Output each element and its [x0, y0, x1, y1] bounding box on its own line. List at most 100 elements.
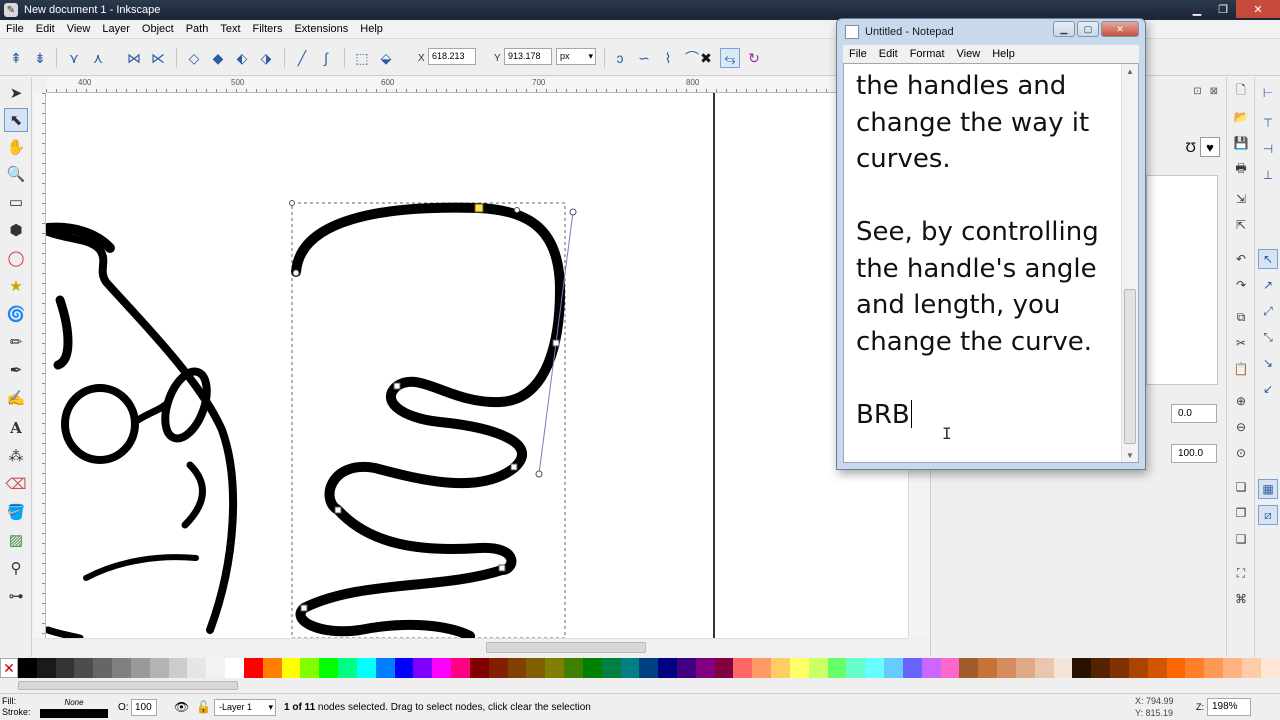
notepad-menu-file[interactable]: File — [843, 48, 873, 60]
menu-file[interactable]: File — [0, 23, 30, 35]
show-bezier-handles-icon[interactable]: ⥃ — [720, 48, 740, 68]
pencil-tool-icon[interactable]: ✏ — [4, 330, 28, 354]
color-swatch[interactable] — [526, 658, 546, 678]
color-swatch[interactable] — [978, 658, 998, 678]
pen-tool-icon[interactable]: ✒ — [4, 358, 28, 382]
dock-spin-field-2[interactable]: 100.0 — [1171, 444, 1217, 463]
snap-smooth-icon[interactable]: ↘ — [1258, 353, 1278, 373]
spray-tool-icon[interactable]: ⁂ — [4, 444, 28, 468]
handle-endpoint[interactable] — [535, 470, 543, 478]
x-coordinate-field[interactable]: 618.213 — [428, 48, 476, 65]
ellipse-tool-icon[interactable]: ◯ — [4, 246, 28, 270]
scrollbar-thumb[interactable] — [486, 642, 646, 653]
notepad-vertical-scrollbar[interactable]: ▲ ▼ — [1121, 64, 1138, 462]
show-mask-icon[interactable]: ⌇ — [658, 48, 678, 68]
menu-edit[interactable]: Edit — [30, 23, 61, 35]
node-smooth-icon[interactable]: ◆ — [208, 48, 228, 68]
color-swatch[interactable] — [187, 658, 207, 678]
minimize-icon[interactable]: ▁ — [1053, 21, 1075, 37]
menu-extensions[interactable]: Extensions — [288, 23, 354, 35]
drawing-canvas[interactable] — [46, 93, 908, 638]
color-swatch[interactable] — [112, 658, 131, 678]
zoom-tool-icon[interactable]: 🔍 — [4, 162, 28, 186]
selected-bezier-path[interactable] — [291, 202, 566, 638]
color-swatch[interactable] — [1147, 658, 1167, 678]
color-swatch[interactable] — [375, 658, 395, 678]
undo-icon[interactable]: ↶ — [1231, 249, 1251, 269]
color-swatch[interactable] — [36, 658, 56, 678]
color-swatch[interactable] — [206, 658, 226, 678]
snap-nodes-icon[interactable]: ↖ — [1258, 249, 1278, 269]
panel-float-icon[interactable]: ⊡ — [1193, 86, 1201, 97]
path-node[interactable] — [498, 564, 506, 572]
scroll-up-icon[interactable]: ▲ — [1122, 64, 1138, 78]
rectangle-tool-icon[interactable]: ▭ — [4, 190, 28, 214]
color-swatch[interactable] — [93, 658, 113, 678]
color-swatch[interactable] — [902, 658, 922, 678]
color-swatch[interactable] — [1260, 658, 1280, 678]
join-segment-icon[interactable]: ⋈ — [124, 48, 144, 68]
dropper-tool-icon[interactable]: ⚲ — [4, 556, 28, 580]
menu-layer[interactable]: Layer — [96, 23, 136, 35]
path-node[interactable] — [514, 207, 520, 213]
panel-close-icon[interactable]: ⊠ — [1210, 86, 1218, 97]
gradient-tool-icon[interactable]: ▨ — [4, 528, 28, 552]
tweak-tool-icon[interactable]: ✋ — [4, 135, 28, 159]
3d-box-tool-icon[interactable]: ⬢ — [4, 218, 28, 242]
show-outline-icon[interactable]: ∽ — [634, 48, 654, 68]
color-swatch[interactable] — [488, 658, 508, 678]
color-swatch[interactable] — [338, 658, 357, 678]
horizontal-scrollbar[interactable] — [46, 638, 908, 656]
path-node[interactable] — [552, 339, 560, 347]
close-icon[interactable]: ✕ — [1236, 0, 1280, 18]
snap-bbox-edge-icon[interactable]: ⊣ — [1258, 139, 1278, 159]
insert-node-icon[interactable]: ⇞ — [6, 48, 26, 68]
node-tool-icon[interactable]: ⬉ — [4, 108, 28, 132]
text-tool-icon[interactable]: A — [4, 416, 28, 440]
unlink-clone-icon[interactable]: ❑ — [1231, 529, 1251, 549]
color-swatch[interactable] — [319, 658, 339, 678]
stroke-indicator[interactable] — [40, 709, 108, 718]
star-tool-icon[interactable]: ★ — [4, 274, 28, 298]
delete-node-icon[interactable]: ⇟ — [30, 48, 50, 68]
color-swatch[interactable] — [1204, 658, 1223, 678]
spiral-tool-icon[interactable]: 🌀 — [4, 302, 28, 326]
maximize-icon[interactable]: ❐ — [1210, 0, 1236, 18]
drawing-svg[interactable] — [46, 93, 908, 638]
path-outline-icon[interactable]: ↻ — [744, 48, 764, 68]
path-node[interactable] — [510, 463, 518, 471]
snap-cusp-icon[interactable]: ⤡ — [1258, 327, 1278, 347]
color-swatch[interactable] — [1241, 658, 1261, 678]
join-nodes-icon[interactable]: ⋎ — [64, 48, 84, 68]
color-swatch[interactable] — [564, 658, 583, 678]
eraser-tool-icon[interactable]: ⌫ — [4, 472, 28, 496]
color-swatch[interactable] — [789, 658, 809, 678]
node-cusp-icon[interactable]: ◇ — [184, 48, 204, 68]
color-swatch[interactable] — [18, 658, 37, 678]
color-swatch[interactable] — [262, 658, 282, 678]
color-swatch[interactable] — [1166, 658, 1186, 678]
notepad-title-bar[interactable]: Untitled - Notepad ▁ ▢ ✕ — [837, 19, 1145, 45]
object-to-path-icon[interactable]: ⬚ — [352, 48, 372, 68]
export-icon[interactable]: ⇱ — [1231, 215, 1251, 235]
face-drawing[interactable] — [46, 222, 238, 638]
color-swatch[interactable] — [714, 658, 734, 678]
snap-paths-icon[interactable]: ↗ — [1258, 275, 1278, 295]
color-swatch[interactable] — [658, 658, 677, 678]
transform-handles-icon[interactable]: ✖ — [696, 48, 716, 68]
snap-enable-icon[interactable]: ⊢ — [1258, 83, 1278, 103]
notepad-menu-edit[interactable]: Edit — [873, 48, 904, 60]
color-swatch[interactable] — [55, 658, 75, 678]
color-swatch[interactable] — [771, 658, 790, 678]
color-swatch[interactable] — [168, 658, 188, 678]
color-swatch[interactable] — [1091, 658, 1111, 678]
selected-node[interactable] — [474, 203, 484, 213]
color-swatch[interactable] — [1110, 658, 1129, 678]
stroke-to-path-icon[interactable]: ⬙ — [376, 48, 396, 68]
copy-icon[interactable]: ⧉ — [1231, 307, 1251, 327]
path-node[interactable] — [393, 382, 401, 390]
color-swatch[interactable] — [394, 658, 414, 678]
show-handles-icon[interactable]: ↄ — [610, 48, 630, 68]
inkscape-app-icon[interactable]: ✎ — [4, 3, 18, 17]
visibility-icon[interactable]: 👁 — [174, 700, 189, 714]
